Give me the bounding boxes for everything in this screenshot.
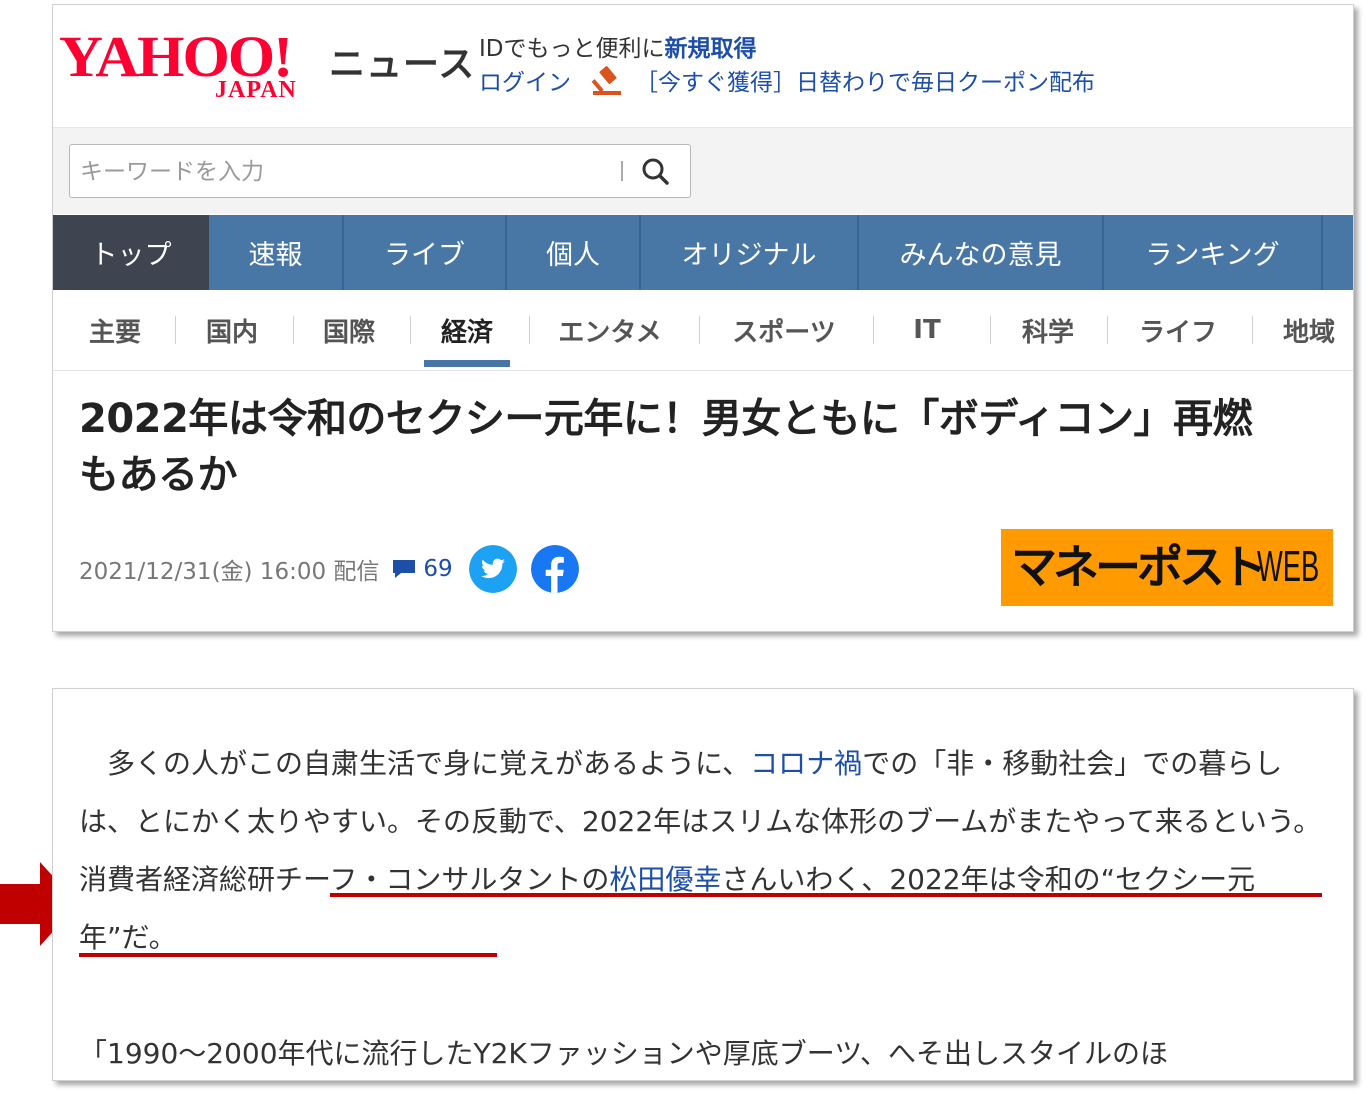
search-box xyxy=(69,144,691,198)
facebook-share-icon[interactable] xyxy=(530,545,579,593)
coupon-promo-link[interactable]: ［今すぐ獲得］日替わりで毎日クーポン配布 xyxy=(635,63,1095,97)
category-domestic[interactable]: 国内 xyxy=(192,290,272,370)
tab-top[interactable]: トップ xyxy=(53,215,209,290)
article-header-panel: YAHOO! JAPAN ニュース IDでもっと便利に新規取得 ログイン ［今す… xyxy=(52,4,1354,632)
paragraph-1: 多くの人がこの自粛生活で身に覚えがあるように、コロナ禍での「非・移動社会」での暮… xyxy=(79,735,1333,967)
article-body: 多くの人がこの自粛生活で身に覚えがあるように、コロナ禍での「非・移動社会」での暮… xyxy=(79,735,1333,1080)
highlight-underline-1 xyxy=(330,893,1322,897)
category-entertainment[interactable]: エンタメ xyxy=(548,290,672,370)
p1-text-a: 多くの人がこの自粛生活で身に覚えがあるように、 xyxy=(79,747,751,780)
main-nav: トップ 速報 ライブ 個人 オリジナル みんなの意見 ランキング xyxy=(53,215,1353,290)
search-bar xyxy=(53,128,1353,214)
tab-original[interactable]: オリジナル xyxy=(641,215,859,290)
tab-breaking[interactable]: 速報 xyxy=(209,215,344,290)
yahoo-japan-logo[interactable]: YAHOO! JAPAN xyxy=(59,27,321,104)
category-nav: 主要 国内 国際 経済 エンタメ スポーツ IT 科学 ライフ 地域 xyxy=(53,290,1353,371)
title-line-2: もあるか xyxy=(79,452,238,498)
category-main[interactable]: 主要 xyxy=(75,290,155,370)
category-life[interactable]: ライフ xyxy=(1126,290,1230,370)
paragraph-2: 「1990～2000年代に流行したY2Kファッションや厚底ブーツ、へそ出しスタイ… xyxy=(79,1037,1168,1070)
search-divider xyxy=(621,161,623,181)
id-promo-text: IDでもっと便利に xyxy=(479,36,665,62)
tab-live[interactable]: ライブ xyxy=(344,215,507,290)
source-brand-logo[interactable]: マネーポスト WEB xyxy=(1001,529,1333,606)
article-meta: 2021/12/31(金) 16:00 配信 69 xyxy=(79,543,593,595)
login-row: ログイン ［今すぐ獲得］日替わりで毎日クーポン配布 xyxy=(479,63,1095,97)
category-international[interactable]: 国際 xyxy=(309,290,389,370)
tab-ranking[interactable]: ランキング xyxy=(1104,215,1323,290)
brand-main-text: マネーポスト xyxy=(1011,540,1267,594)
category-economy[interactable]: 経済 xyxy=(426,290,508,370)
twitter-share-icon[interactable] xyxy=(468,545,517,593)
comment-count[interactable]: 69 xyxy=(423,556,452,582)
auction-gavel-icon xyxy=(591,66,621,95)
search-icon[interactable] xyxy=(636,153,676,189)
section-name[interactable]: ニュース xyxy=(329,35,475,87)
comment-icon[interactable] xyxy=(391,557,417,581)
category-science[interactable]: 科学 xyxy=(1008,290,1088,370)
id-promo: IDでもっと便利に新規取得 xyxy=(479,29,757,63)
category-sports[interactable]: スポーツ xyxy=(718,290,850,370)
brand-suffix-text: WEB xyxy=(1257,542,1320,591)
person-link[interactable]: 松田優幸 xyxy=(609,863,721,896)
active-category-underline xyxy=(424,360,510,367)
tab-individual[interactable]: 個人 xyxy=(507,215,641,290)
tab-opinions[interactable]: みんなの意見 xyxy=(859,215,1104,290)
site-header: YAHOO! JAPAN ニュース IDでもっと便利に新規取得 ログイン ［今す… xyxy=(53,5,1353,128)
publish-datetime: 2021/12/31(金) 16:00 配信 xyxy=(79,559,380,585)
signup-link[interactable]: 新規取得 xyxy=(665,36,757,62)
article-body-panel: 多くの人がこの自粛生活で身に覚えがあるように、コロナ禍での「非・移動社会」での暮… xyxy=(52,688,1354,1081)
title-line-1: 2022年は令和のセクシー元年に！男女ともに「ボディコン」再燃 xyxy=(79,396,1253,442)
logo-sub: JAPAN xyxy=(215,77,297,103)
highlight-underline-2 xyxy=(79,953,497,957)
category-it[interactable]: IT xyxy=(893,290,961,370)
category-region[interactable]: 地域 xyxy=(1269,290,1349,370)
login-link[interactable]: ログイン xyxy=(479,63,571,97)
article-title: 2022年は令和のセクシー元年に！男女ともに「ボディコン」再燃 もあるか xyxy=(79,391,1319,503)
covid-link[interactable]: コロナ禍 xyxy=(750,747,862,780)
search-input[interactable] xyxy=(78,153,612,191)
